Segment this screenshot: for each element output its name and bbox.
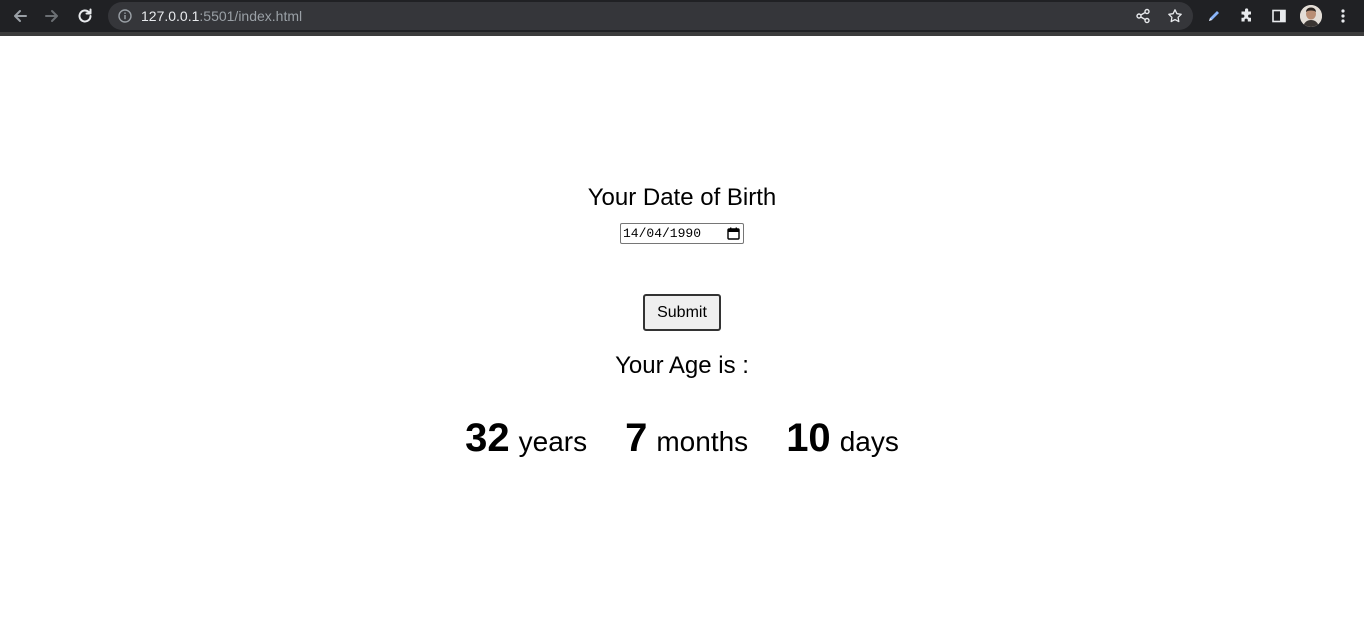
days-unit: days — [839, 426, 899, 457]
bookmark-button[interactable] — [1166, 7, 1184, 25]
years-unit: years — [518, 426, 588, 457]
puzzle-icon — [1241, 8, 1251, 22]
reload-button[interactable] — [73, 4, 97, 28]
address-bar[interactable]: 127.0.0.1:5501/index.html — [108, 2, 1193, 30]
years-part: 32 years — [465, 416, 587, 461]
share-button[interactable] — [1134, 7, 1152, 25]
months-value: 7 — [625, 416, 648, 460]
calendar-icon[interactable] — [727, 227, 740, 240]
months-unit: months — [656, 426, 749, 457]
info-icon[interactable] — [118, 9, 132, 23]
browser-toolbar: 127.0.0.1:5501/index.html — [0, 0, 1364, 36]
dob-date-value: 14/04/1990 — [623, 226, 702, 241]
age-result: 32 years 7 months 10 days — [0, 416, 1364, 461]
days-part: 10 days — [786, 416, 899, 461]
arrow-right-icon — [45, 10, 58, 22]
extensions-button[interactable] — [1236, 5, 1258, 27]
share-icon — [1136, 8, 1150, 24]
reload-icon — [78, 8, 92, 23]
dob-label: Your Date of Birth — [587, 184, 777, 211]
avatar-icon — [1300, 5, 1322, 27]
days-value: 10 — [786, 416, 831, 460]
years-value: 32 — [465, 416, 510, 460]
dob-date-input[interactable]: 14/04/1990 — [620, 223, 744, 244]
page-content: Your Date of Birth 14/04/1990 Submit You… — [0, 36, 1364, 639]
months-part: 7 months — [625, 416, 748, 461]
url-path: :5501/index.html — [199, 8, 303, 24]
url-host: 127.0.0.1 — [141, 8, 200, 24]
side-panel-button[interactable] — [1268, 5, 1290, 27]
star-icon — [1168, 9, 1182, 23]
url-text[interactable]: 127.0.0.1:5501/index.html — [141, 8, 302, 24]
submit-button[interactable]: Submit — [643, 294, 721, 331]
profile-avatar[interactable] — [1300, 5, 1322, 27]
back-button[interactable] — [8, 4, 32, 28]
side-panel-icon — [1272, 9, 1286, 23]
forward-button[interactable] — [40, 4, 64, 28]
extension-pen-button[interactable] — [1203, 5, 1225, 27]
more-vert-icon — [1341, 9, 1345, 23]
menu-button[interactable] — [1332, 5, 1354, 27]
pen-icon — [1209, 11, 1219, 21]
arrow-left-icon — [14, 10, 27, 22]
age-label: Your Age is : — [615, 352, 749, 379]
